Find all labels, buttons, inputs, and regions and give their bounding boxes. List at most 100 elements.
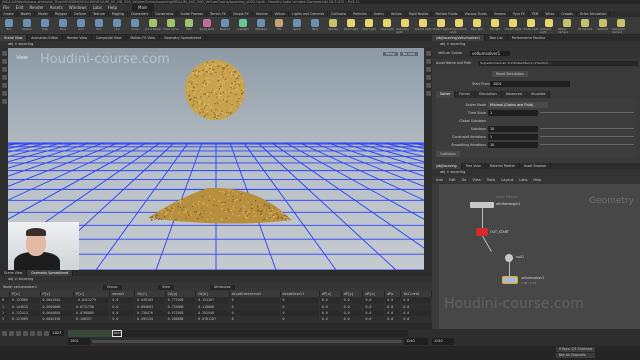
param-slider[interactable] <box>540 144 634 145</box>
shelf-tool[interactable]: Environment Light <box>450 17 468 35</box>
shelf-tool[interactable]: Distant Light <box>432 17 450 35</box>
display-options-icon[interactable] <box>425 51 431 56</box>
shelf-tool[interactable]: Helix <box>306 17 324 35</box>
grid-toggle-icon[interactable] <box>425 83 431 88</box>
jump-start-icon[interactable] <box>2 331 7 336</box>
subtab-advanced[interactable]: Advanced <box>501 91 527 98</box>
desktop-selector[interactable]: Main <box>132 4 154 11</box>
null-node[interactable] <box>505 254 513 262</box>
network-path[interactable]: obj > sourcing <box>432 169 640 176</box>
shelf-tool[interactable]: Camera <box>324 17 342 35</box>
net-menu-help[interactable]: Help <box>533 176 541 184</box>
param-slider[interactable] <box>540 136 634 137</box>
range-slider[interactable] <box>92 340 402 343</box>
shelf-tool[interactable]: L-System <box>234 17 252 35</box>
menu-file[interactable]: File <box>0 4 13 11</box>
timeline-cursor[interactable]: 1027 <box>112 330 123 337</box>
shelf-tool[interactable]: Switcher <box>594 17 612 35</box>
timeline[interactable]: 1027 <box>68 330 408 337</box>
node-name-field[interactable]: vellumsolver1 <box>470 51 510 56</box>
play-reverse-icon[interactable] <box>16 331 21 336</box>
stop-icon[interactable] <box>23 331 28 336</box>
attribwrangle-node[interactable] <box>470 202 494 208</box>
shelf-tool[interactable]: Torus <box>54 17 72 35</box>
param-value-field[interactable]: 10 <box>488 142 538 148</box>
jump-end-icon[interactable] <box>44 331 49 336</box>
shelf-tool[interactable]: Caustic Light <box>504 17 522 35</box>
step-forward-icon[interactable] <box>37 331 42 336</box>
net-menu-layout[interactable]: Layout <box>501 176 513 184</box>
menu-labs[interactable]: Labs <box>90 4 105 11</box>
range-end-field[interactable]: 1240 <box>404 338 428 345</box>
snapshot-icon[interactable] <box>425 91 431 96</box>
shelf-tool[interactable]: Gamepad Camera <box>612 17 630 35</box>
menu-assets[interactable]: Assets <box>47 4 66 11</box>
param-slider[interactable] <box>540 112 634 113</box>
subtab-forces[interactable]: Forces <box>455 91 476 98</box>
handle-tool-icon[interactable] <box>1 83 7 88</box>
shelf-tool[interactable]: Tube <box>36 17 54 35</box>
shaded-icon[interactable] <box>425 67 431 72</box>
lighting-icon[interactable] <box>425 75 431 80</box>
param-value-field[interactable]: 1 <box>488 110 538 116</box>
shelf-tool[interactable]: File <box>270 17 288 35</box>
shelf-tool[interactable]: Platonic <box>216 17 234 35</box>
shelf-tool[interactable]: Grid <box>72 17 90 35</box>
out-start-node[interactable] <box>476 228 488 236</box>
shelf-tool[interactable]: Line <box>108 17 126 35</box>
menu-help[interactable]: Help <box>105 4 120 11</box>
net-menu-go[interactable]: Go <box>462 176 467 184</box>
shelf-tool[interactable]: Ambient Light <box>540 17 558 35</box>
play-icon[interactable] <box>30 331 35 336</box>
net-menu-tools[interactable]: Tools <box>487 176 496 184</box>
shelf-tool[interactable]: Volume Light <box>414 17 432 35</box>
shelf-tool[interactable]: Sphere <box>18 17 36 35</box>
parameter-path[interactable]: obj > sourcing <box>432 41 640 48</box>
param-value-field[interactable]: Minimal (Grains and Fluid) <box>488 102 548 108</box>
net-menu-labs[interactable]: Labs <box>519 176 527 184</box>
shelf-tool[interactable]: Portal Light <box>522 17 540 35</box>
param-value-field[interactable]: 10 <box>488 126 538 132</box>
shelf-tool[interactable]: Null <box>90 17 108 35</box>
select-tool-icon[interactable] <box>1 51 7 56</box>
reset-simulation-button[interactable]: Reset Simulation <box>492 71 528 77</box>
wireframe-icon[interactable] <box>425 59 431 64</box>
shelf-tool[interactable]: Box <box>0 17 18 35</box>
camera-button[interactable]: No cam <box>399 52 418 56</box>
shelf-tool[interactable]: Circle <box>126 17 144 35</box>
shelf-tool[interactable]: Metaball <box>252 17 270 35</box>
rotate-tool-icon[interactable] <box>1 67 7 72</box>
net-menu-edit[interactable]: Edit <box>449 176 456 184</box>
move-tool-icon[interactable] <box>1 59 7 64</box>
subtab-visualize[interactable]: Visualize <box>526 91 551 98</box>
shelf-tool[interactable]: Sky Light <box>468 17 486 35</box>
persp-button[interactable]: Persp <box>383 52 398 56</box>
table-row[interactable]: 3 0.121909 0.0640156 0.100557 0.0 0.495134 0.2… <box>0 316 432 323</box>
asset-path-field[interactable]: Sop/vellumsolver::2.0 Embedded in /Houdi… <box>478 61 638 66</box>
scale-tool-icon[interactable] <box>1 75 7 80</box>
shelf-tool[interactable]: Curve Bezier <box>144 17 162 35</box>
view-tool-icon[interactable] <box>1 99 7 104</box>
menu-edit[interactable]: Edit <box>13 4 27 11</box>
menu-render[interactable]: Render <box>26 4 46 11</box>
shelf-tool[interactable]: Geometry Light <box>396 17 414 35</box>
pose-tool-icon[interactable] <box>1 91 7 96</box>
scene-viewport[interactable]: View Houdini-course.com Persp No cam <box>8 48 424 270</box>
vellumsolver-node[interactable] <box>502 276 518 284</box>
key-all-channels-button[interactable]: Key All Channels <box>556 353 596 358</box>
subtab-solver[interactable]: Solver <box>436 91 456 98</box>
shelf-tool[interactable]: Point Light <box>342 17 360 35</box>
global-end-field[interactable]: 1240 <box>432 338 454 345</box>
network-editor[interactable]: Geometry Houdini-course.com attribwrangl… <box>432 184 640 329</box>
shelf-tool[interactable]: Area Light <box>378 17 396 35</box>
shelf-tool[interactable]: Spot Light <box>360 17 378 35</box>
attributes-field[interactable]: Attributes: <box>209 284 236 290</box>
param-value-field[interactable]: 1 <box>488 134 538 140</box>
subtab-simulation[interactable]: Simulation <box>475 91 502 98</box>
spreadsheet-path[interactable]: obj > sourcing <box>0 276 432 283</box>
net-menu-add[interactable]: Add <box>436 176 443 184</box>
param-slider[interactable] <box>540 128 634 129</box>
shelf-tool[interactable]: Draw Curve <box>162 17 180 35</box>
range-start-field[interactable]: 1001 <box>68 338 90 345</box>
menu-windows[interactable]: Windows <box>66 4 90 11</box>
